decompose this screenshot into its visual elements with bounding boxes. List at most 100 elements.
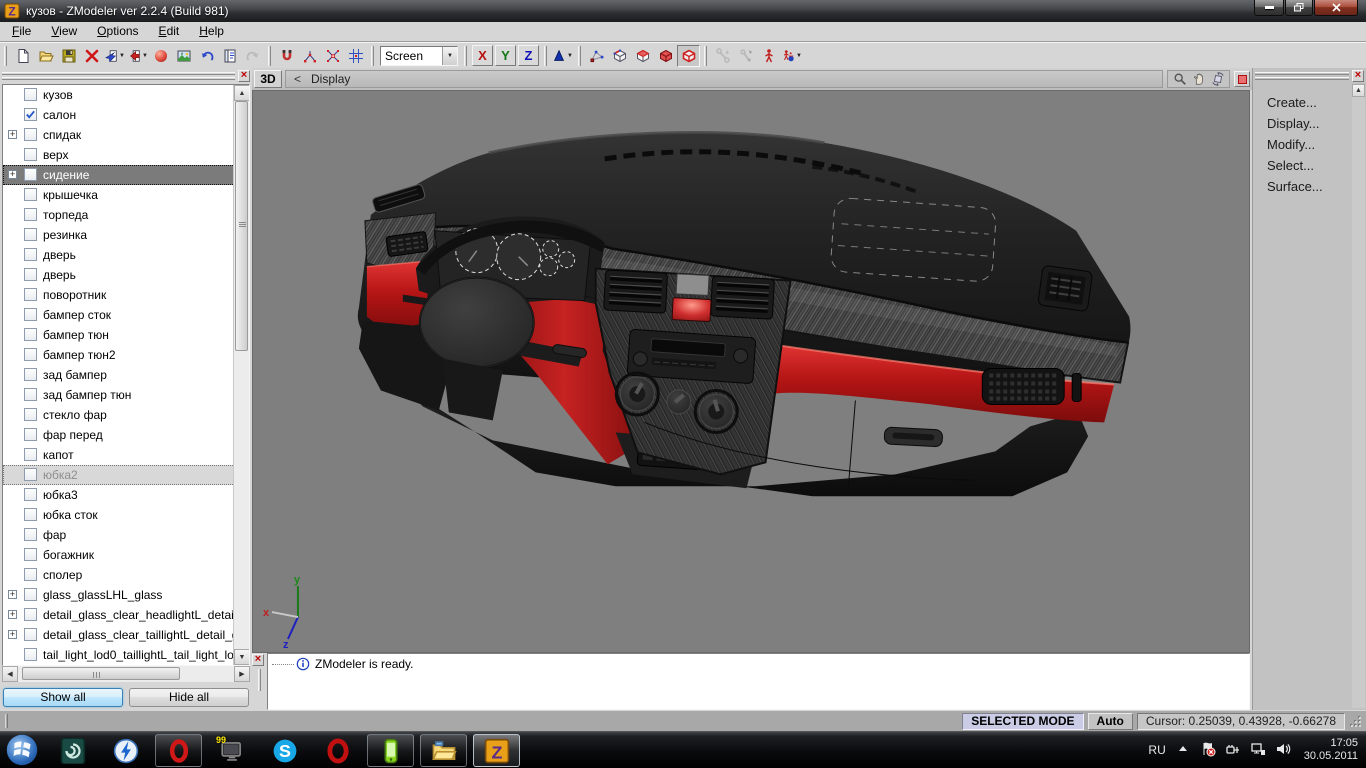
render-sphere-button[interactable]: [149, 45, 172, 67]
menu-item-view[interactable]: View: [43, 22, 89, 41]
action-center-flag-button[interactable]: [1200, 741, 1216, 760]
title-bar[interactable]: Z кузов - ZModeler ver 2.2.4 (Build 981): [0, 0, 1366, 22]
open-file-button[interactable]: [34, 45, 57, 67]
taskbar-app-spiral[interactable]: [49, 734, 96, 767]
redo-button[interactable]: [241, 45, 264, 67]
normals-cone-button[interactable]: ▼: [551, 45, 574, 67]
scene-tree-header[interactable]: ×: [0, 68, 252, 84]
import-arrow-button[interactable]: ▼: [103, 45, 126, 67]
select-faces-button[interactable]: [631, 45, 654, 67]
select-edges-button[interactable]: [608, 45, 631, 67]
taskbar-remote-monitor[interactable]: 99: [208, 734, 255, 767]
taskbar-phone-app[interactable]: [367, 734, 414, 767]
tree-item[interactable]: +сидение: [3, 165, 249, 185]
restore-button[interactable]: [1285, 0, 1313, 16]
visibility-checkbox[interactable]: [24, 88, 37, 101]
show-all-button[interactable]: Show all: [3, 688, 123, 707]
visibility-checkbox[interactable]: [24, 648, 37, 661]
hide-all-button[interactable]: Hide all: [129, 688, 249, 707]
scroll-down-icon[interactable]: ▼: [234, 649, 250, 665]
taskbar-daemon-tools[interactable]: [102, 734, 149, 767]
expand-icon[interactable]: +: [8, 590, 17, 599]
visibility-checkbox[interactable]: [24, 448, 37, 461]
expand-icon[interactable]: +: [8, 170, 17, 179]
tree-item[interactable]: салон: [3, 105, 249, 125]
visibility-checkbox[interactable]: [24, 108, 37, 121]
visibility-checkbox[interactable]: [24, 188, 37, 201]
language-indicator[interactable]: RU: [1148, 743, 1165, 757]
axis-x-button[interactable]: X: [472, 45, 493, 66]
scrollbar-thumb[interactable]: [22, 667, 180, 680]
axis-z-button[interactable]: Z: [518, 45, 539, 66]
tree-item[interactable]: торпеда: [3, 205, 249, 225]
grid-snap-button[interactable]: [344, 45, 367, 67]
export-arrow-button[interactable]: ▼: [126, 45, 149, 67]
taskbar-skype[interactable]: S: [261, 734, 308, 767]
visibility-checkbox[interactable]: [24, 608, 37, 621]
commands-panel-header[interactable]: ×: [1253, 68, 1366, 84]
visibility-checkbox[interactable]: [24, 468, 37, 481]
tree-item[interactable]: крышечка: [3, 185, 249, 205]
viewport-maximize-button[interactable]: [1234, 71, 1250, 87]
visibility-checkbox[interactable]: [24, 148, 37, 161]
axis-y-button[interactable]: Y: [495, 45, 516, 66]
tree-item[interactable]: +glass_glassLHL_glass: [3, 585, 249, 605]
taskbar-opera-2[interactable]: [314, 734, 361, 767]
panel-grip[interactable]: [258, 669, 261, 691]
visibility-checkbox[interactable]: [24, 268, 37, 281]
panel-grip[interactable]: [1255, 70, 1349, 82]
visibility-checkbox[interactable]: [24, 288, 37, 301]
visibility-checkbox[interactable]: [24, 508, 37, 521]
tree-item[interactable]: бампер тюн2: [3, 345, 249, 365]
chevron-down-icon[interactable]: ▼: [442, 47, 457, 65]
taskbar-explorer[interactable]: [420, 734, 467, 767]
tree-item[interactable]: резинка: [3, 225, 249, 245]
bone-tool-button[interactable]: [711, 45, 734, 67]
expand-icon[interactable]: +: [8, 610, 17, 619]
taskbar-zmodeler[interactable]: Z: [473, 734, 520, 767]
weld-vertices-button[interactable]: [298, 45, 321, 67]
select-vertices-button[interactable]: [585, 45, 608, 67]
tree-item[interactable]: капот: [3, 445, 249, 465]
tree-item[interactable]: юбка2: [3, 465, 249, 485]
tree-item[interactable]: дверь: [3, 265, 249, 285]
tree-item[interactable]: сполер: [3, 565, 249, 585]
skin-person-button[interactable]: [757, 45, 780, 67]
orbit-view-button[interactable]: [1208, 72, 1227, 87]
tree-item[interactable]: бампер тюн: [3, 325, 249, 345]
save-file-button[interactable]: [57, 45, 80, 67]
magnet-button[interactable]: [275, 45, 298, 67]
close-button[interactable]: [1314, 0, 1358, 16]
visibility-checkbox[interactable]: [24, 168, 37, 181]
visibility-checkbox[interactable]: [24, 548, 37, 561]
visibility-checkbox[interactable]: [24, 248, 37, 261]
menu-item-options[interactable]: Options: [89, 22, 150, 41]
menu-item-edit[interactable]: Edit: [151, 22, 192, 41]
viewport-breadcrumb[interactable]: < Display: [285, 70, 1163, 88]
scroll-up-icon[interactable]: ▲: [234, 85, 250, 101]
volume-button[interactable]: [1275, 741, 1291, 760]
commands-scrollbar[interactable]: ▲: [1352, 84, 1365, 708]
auto-mode-button[interactable]: Auto: [1088, 713, 1133, 730]
start-button[interactable]: [4, 733, 40, 767]
visibility-checkbox[interactable]: [24, 488, 37, 501]
scroll-right-icon[interactable]: ▶: [234, 666, 250, 682]
select-polygons-button[interactable]: [654, 45, 677, 67]
chevron-down-icon[interactable]: ▼: [119, 53, 125, 59]
chevron-down-icon[interactable]: ▼: [142, 53, 148, 59]
tree-item[interactable]: фар перед: [3, 425, 249, 445]
menu-item-help[interactable]: Help: [191, 22, 236, 41]
tree-item[interactable]: кузов: [3, 85, 249, 105]
screen-space-combobox[interactable]: Screen▼: [380, 46, 458, 66]
tree-item[interactable]: стекло фар: [3, 405, 249, 425]
tree-item[interactable]: +detail_glass_clear_headlightL_detail_g: [3, 605, 249, 625]
select-objects-button[interactable]: [677, 45, 700, 67]
tree-item[interactable]: +спидак: [3, 125, 249, 145]
tree-item[interactable]: бампер сток: [3, 305, 249, 325]
viewport-3d[interactable]: x y z: [252, 90, 1250, 653]
tree-item[interactable]: юбка сток: [3, 505, 249, 525]
message-panel-close-icon[interactable]: ×: [252, 654, 264, 666]
zoom-view-button[interactable]: [1170, 72, 1189, 87]
weld-target-button[interactable]: [321, 45, 344, 67]
tree-item[interactable]: богажник: [3, 545, 249, 565]
